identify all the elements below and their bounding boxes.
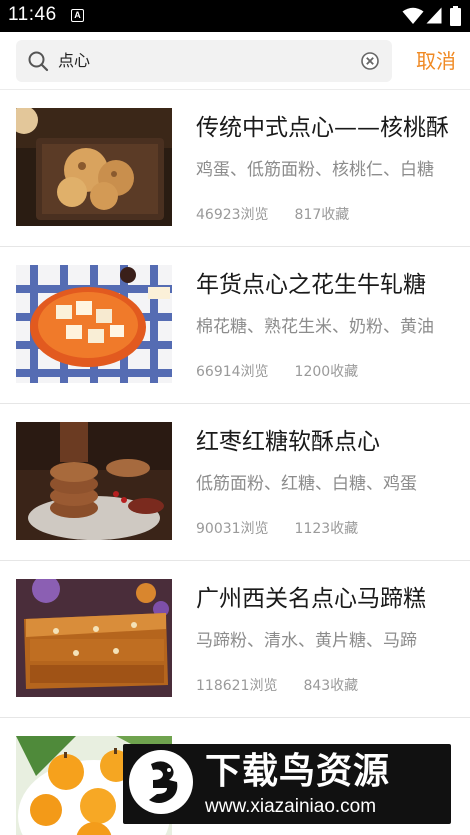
recipe-title[interactable]: 年货点心之花生牛轧糖 — [196, 269, 450, 301]
favorite-count: 1123收藏 — [294, 521, 359, 537]
favorite-count: 843收藏 — [303, 678, 359, 694]
recipe-title[interactable]: 广州西关名点心马蹄糕 — [196, 583, 450, 615]
recipe-stats: 46923浏览 817收藏 — [196, 205, 349, 225]
recipe-item[interactable]: 广州西关名点心马蹄糕 马蹄粉、清水、黄片糖、马蹄 118621浏览 843收藏 — [0, 561, 470, 718]
search-input[interactable]: 点心 — [58, 50, 90, 72]
recipe-stats: 118621浏览 843收藏 — [196, 676, 358, 696]
watermark-title: 下载鸟资源 — [205, 751, 391, 792]
recipe-ingredients: 鸡蛋、低筋面粉、核桃仁、白糖 — [196, 160, 434, 180]
recipe-ingredients: 棉花糖、熟花生米、奶粉、黄油 — [196, 317, 434, 337]
wifi-icon — [402, 7, 424, 24]
favorite-count: 1200收藏 — [294, 364, 359, 380]
recipe-stats: 66914浏览 1200收藏 — [196, 362, 358, 382]
status-bar: 11:46 A — [0, 0, 470, 32]
recipe-ingredients: 马蹄粉、清水、黄片糖、马蹄 — [196, 631, 417, 651]
recipe-thumbnail[interactable] — [16, 422, 172, 540]
view-count: 46923浏览 — [196, 207, 269, 223]
recipe-thumbnail[interactable] — [16, 579, 172, 697]
view-count: 66914浏览 — [196, 364, 269, 380]
battery-icon — [450, 6, 461, 26]
notification-a-icon: A — [71, 9, 84, 22]
clear-icon[interactable] — [361, 52, 379, 70]
recipe-thumbnail[interactable] — [16, 265, 172, 383]
search-box[interactable]: 点心 — [16, 40, 392, 82]
search-header: 点心 取消 — [0, 32, 470, 90]
signal-icon — [426, 7, 442, 24]
recipe-item[interactable]: 红枣红糖软酥点心 低筋面粉、红糖、白糖、鸡蛋 90031浏览 1123收藏 — [0, 404, 470, 561]
bird-logo-icon — [129, 750, 193, 814]
status-time: 11:46 — [8, 4, 57, 25]
cancel-button[interactable]: 取消 — [406, 47, 466, 75]
recipe-title[interactable]: 传统中式点心——核桃酥 — [196, 112, 450, 144]
watermark-url: www.xiazainiao.com — [205, 796, 377, 817]
recipe-item[interactable]: 传统中式点心——核桃酥 鸡蛋、低筋面粉、核桃仁、白糖 46923浏览 817收藏 — [0, 90, 470, 247]
search-icon — [28, 51, 49, 72]
recipe-item[interactable]: 年货点心之花生牛轧糖 棉花糖、熟花生米、奶粉、黄油 66914浏览 1200收藏 — [0, 247, 470, 404]
recipe-ingredients: 低筋面粉、红糖、白糖、鸡蛋 — [196, 474, 417, 494]
view-count: 90031浏览 — [196, 521, 269, 537]
recipe-result-list: 传统中式点心——核桃酥 鸡蛋、低筋面粉、核桃仁、白糖 46923浏览 817收藏 — [0, 90, 470, 835]
recipe-stats: 90031浏览 1123收藏 — [196, 519, 358, 539]
recipe-title[interactable]: 红枣红糖软酥点心 — [196, 426, 450, 458]
view-count: 118621浏览 — [196, 678, 278, 694]
favorite-count: 817收藏 — [294, 207, 350, 223]
recipe-thumbnail[interactable] — [16, 108, 172, 226]
watermark-banner: 下载鸟资源 www.xiazainiao.com — [123, 744, 451, 824]
